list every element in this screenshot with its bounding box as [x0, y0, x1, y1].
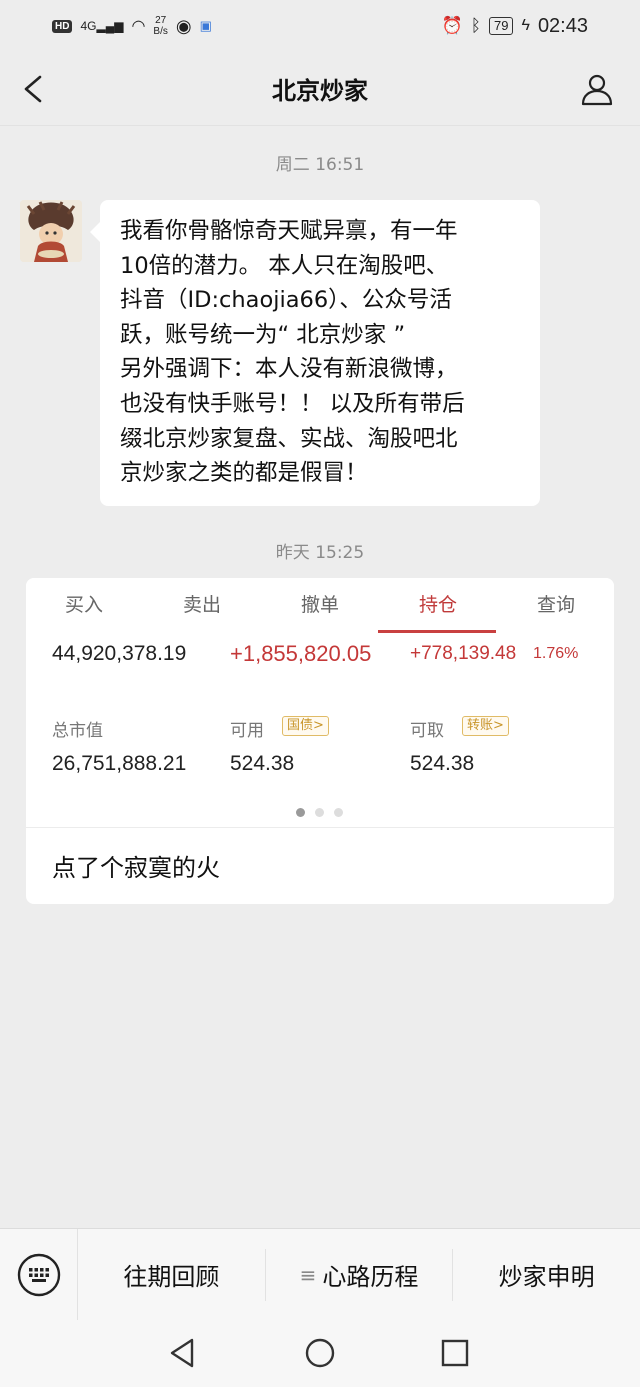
bluetooth-icon: ᛒ: [470, 16, 481, 35]
active-tab-indicator: [378, 630, 496, 633]
keyboard-icon: [17, 1253, 60, 1296]
back-icon[interactable]: [20, 74, 48, 104]
message-timestamp: 周二 16:51: [275, 155, 365, 175]
status-left: HD 4G▂▄▆ ◠ 27 B/s ◉ ▣: [52, 15, 212, 37]
message-line: 10倍的潜力。 本人只在淘股吧、: [120, 252, 449, 279]
submenu-icon: ≡: [299, 1262, 317, 1287]
available-label: 可用: [230, 721, 264, 741]
tab-buy: 买入: [64, 594, 103, 616]
avatar-illustration: [20, 200, 82, 262]
profile-icon[interactable]: [580, 72, 614, 106]
signal-icon: 4G▂▄▆: [80, 19, 124, 33]
message-line: 跃，账号统一为“ 北京炒家 ”: [120, 321, 406, 348]
network-speed: 27 B/s: [153, 15, 168, 37]
account-menu: 往期回顾 ≡ 心路历程 炒家申明: [0, 1228, 640, 1321]
total-assets: 44,920,378.19: [52, 642, 187, 665]
nav-back-triangle-icon[interactable]: [166, 1336, 200, 1370]
message-line: 缀北京炒家复盘、实战、淘股吧北: [120, 425, 458, 452]
wifi-icon: ◠: [131, 18, 146, 35]
eye-icon: ◉: [175, 15, 192, 36]
menu-statement[interactable]: 炒家申明: [453, 1249, 640, 1301]
tab-sell: 卖出: [182, 594, 221, 616]
sender-avatar[interactable]: [20, 200, 82, 262]
withdrawable-value: 524.38: [410, 752, 475, 775]
clock: 02:43: [537, 14, 588, 37]
alarm-icon: ⏰: [441, 16, 463, 35]
treasury-button: 国债>: [282, 716, 329, 736]
day-profit-percent: 1.76%: [533, 645, 579, 662]
trading-screenshot: 买入 卖出 撤单 持仓 查询 44,920,378.19 +1,855,820.…: [26, 578, 614, 828]
status-bar: HD 4G▂▄▆ ◠ 27 B/s ◉ ▣ ⏰ ᛒ 79 ϟ 02:43: [0, 0, 640, 52]
market-value: 26,751,888.21: [52, 752, 187, 775]
hd-badge: HD: [52, 19, 73, 33]
tab-cancel: 撤单: [300, 594, 339, 616]
app-notification-icon: ▣: [199, 18, 212, 33]
system-nav-bar: [0, 1320, 640, 1387]
carousel-dot: [315, 808, 324, 817]
menu-label: 心路历程: [322, 1263, 419, 1291]
message-bubble[interactable]: 我看你骨骼惊奇天赋异禀，有一年 10倍的潜力。 本人只在淘股吧、 抖音（ID:c…: [90, 200, 540, 506]
market-value-label: 总市值: [52, 721, 103, 741]
tab-query: 查询: [536, 594, 575, 616]
tab-positions: 持仓: [418, 594, 457, 616]
carousel-dot: [334, 808, 343, 817]
battery-indicator: 79: [489, 17, 514, 35]
withdrawable-label: 可取: [410, 721, 444, 741]
menu-past-reviews[interactable]: 往期回顾: [78, 1248, 266, 1301]
message-line: 京炒家之类的都是假冒！: [120, 460, 368, 487]
page-title: 北京炒家: [272, 77, 368, 105]
carousel-dot: [296, 808, 305, 817]
chat-header: 北京炒家: [0, 52, 640, 126]
status-right: ⏰ ᛒ 79 ϟ 02:43: [442, 15, 588, 38]
day-profit: +778,139.48: [410, 643, 517, 664]
message-line: 我看你骨骼惊奇天赋异禀，有一年: [120, 218, 458, 244]
nav-recents-square-icon[interactable]: [438, 1336, 472, 1370]
menu-label: 炒家申明: [498, 1263, 595, 1291]
keyboard-toggle-button[interactable]: [0, 1228, 78, 1321]
menu-label: 往期回顾: [123, 1263, 220, 1291]
nav-home-circle-icon[interactable]: [303, 1336, 337, 1370]
transfer-button: 转账>: [462, 716, 509, 736]
message-timestamp: 昨天 15:25: [275, 543, 365, 563]
carousel-dots: [296, 808, 343, 817]
message-line: 也没有快手账号！！ 以及所有带后: [120, 390, 465, 417]
charging-icon: ϟ: [521, 17, 530, 34]
available-value: 524.38: [230, 752, 295, 775]
total-profit: +1,855,820.05: [230, 641, 372, 666]
article-title: 点了个寂寞的火: [52, 854, 220, 882]
message-line: 抖音（ID:chaojia66）、公众号活: [120, 287, 452, 314]
message-line: 另外强调下：本人没有新浪微博，: [120, 356, 458, 383]
menu-journey[interactable]: ≡ 心路历程: [266, 1248, 454, 1301]
article-card[interactable]: 买入 卖出 撤单 持仓 查询 44,920,378.19 +1,855,820.…: [26, 578, 614, 904]
